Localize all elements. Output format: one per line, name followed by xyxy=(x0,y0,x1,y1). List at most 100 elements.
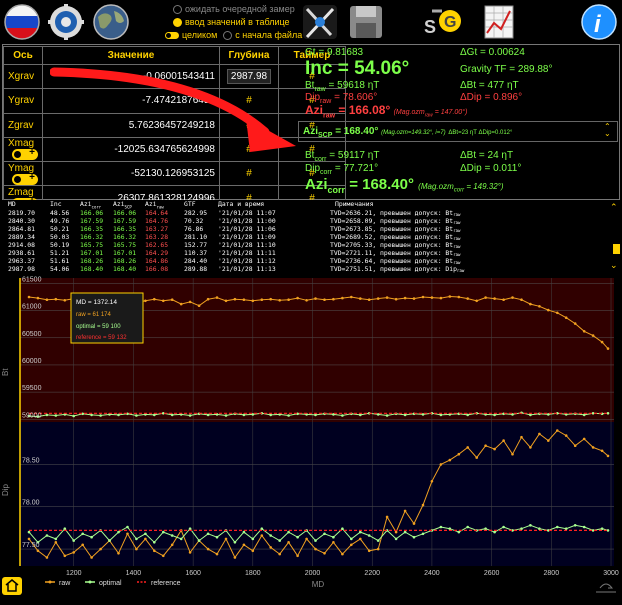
series-optimal-point xyxy=(457,530,461,534)
series-optimal-point xyxy=(403,413,407,417)
sg-icon[interactable]: S G xyxy=(422,3,468,41)
settings-gear-icon[interactable] xyxy=(47,3,85,41)
chart-home-icon[interactable] xyxy=(2,577,22,595)
series-raw-point xyxy=(600,340,604,344)
radio-wait-dot[interactable] xyxy=(173,4,182,14)
series-raw-point xyxy=(573,322,577,325)
bt-axis-label: Bt xyxy=(1,368,10,376)
header-axis: Ось xyxy=(3,46,43,65)
xmag-toggle[interactable] xyxy=(12,147,38,161)
series-raw-point xyxy=(81,543,84,547)
series-raw-point xyxy=(556,311,559,315)
radio-table-input[interactable]: ввод значений в таблице xyxy=(173,17,290,27)
depth-cell[interactable]: # xyxy=(219,161,279,187)
x-tick-label: 1200 xyxy=(66,570,82,577)
series-optimal-point xyxy=(135,537,138,541)
axis-value-field[interactable]: -52130.126953125 xyxy=(42,161,220,187)
series-optimal-point xyxy=(72,414,75,418)
log-scroll-down-icon[interactable]: ⌄ xyxy=(610,260,618,271)
series-raw-point xyxy=(511,452,514,456)
radio-table-dot[interactable] xyxy=(173,17,182,27)
series-raw-point xyxy=(126,532,129,536)
save-floppy-icon[interactable] xyxy=(347,3,385,41)
series-raw-point xyxy=(538,305,541,308)
series-raw-point xyxy=(367,549,371,553)
compass-tools-icon[interactable] xyxy=(301,3,339,41)
azi-corr-number: = 168.40° xyxy=(349,176,414,193)
x-tick-label: 1600 xyxy=(185,570,201,577)
series-raw-point xyxy=(260,298,264,301)
log-azi-raw: 163.27 xyxy=(145,225,169,233)
series-optimal-point xyxy=(556,525,559,529)
log-gtf: 110.37 xyxy=(184,249,208,257)
azi-corr-note: (Mag.ozmcorr = 149.32°) xyxy=(418,182,503,194)
series-raw-point xyxy=(412,522,416,525)
radio-wait-measurement[interactable]: ожидать очередной замер xyxy=(173,4,295,14)
series-optimal-point xyxy=(314,539,317,542)
series-raw-point xyxy=(502,439,505,442)
azi-scp-spinner-icon[interactable]: ⌃ ⌄ xyxy=(604,123,611,138)
series-optimal-point xyxy=(367,534,371,537)
log-azi-raw: 162.65 xyxy=(145,241,169,249)
log-datetime: '21/01/28 11:09 xyxy=(218,233,276,241)
toggle-whole-row[interactable]: целиком с начала файла xyxy=(165,30,302,40)
log-datetime: '21/01/28 11:06 xyxy=(218,225,276,233)
series-raw-point xyxy=(502,298,505,301)
russia-flag-icon[interactable] xyxy=(3,3,41,41)
series-raw-point xyxy=(197,304,201,307)
toggle-whole-switch[interactable] xyxy=(165,31,179,39)
series-optimal-point xyxy=(153,413,156,417)
series-optimal-point xyxy=(287,414,290,417)
x-tick-label: 3000 xyxy=(603,570,619,577)
legend-optimal-marker xyxy=(88,580,92,584)
spreadsheet-chart-icon[interactable] xyxy=(480,3,518,41)
radio-wait-label: ожидать очередной замер xyxy=(185,4,295,14)
gt-value: Gt = 9.81683 xyxy=(305,47,364,58)
series-raw-point xyxy=(54,541,58,544)
axis-name: Xgrav xyxy=(3,63,43,90)
series-optimal-point xyxy=(466,413,470,417)
gravity-tf-value: Gravity TF = 289.88° xyxy=(460,64,553,75)
series-optimal-point xyxy=(72,539,75,542)
log-col-azi-raw-text: Azi xyxy=(145,200,157,208)
series-optimal-point xyxy=(251,537,255,541)
bt-dip-chart[interactable]: 59000 59500 60000 60500 61000 61500 77.50 78.00… xyxy=(0,274,622,600)
series-raw-point xyxy=(269,546,273,549)
series-optimal-point xyxy=(359,530,362,534)
series-raw-point xyxy=(170,543,174,547)
series-raw-point xyxy=(27,537,31,541)
series-optimal-point xyxy=(162,530,165,534)
series-raw-point xyxy=(606,347,610,350)
log-azi-scp: 167.59 xyxy=(113,217,137,225)
log-md: 2840.30 xyxy=(8,217,35,225)
log-azi-scp: 166.06 xyxy=(113,209,137,217)
series-raw-point xyxy=(162,299,165,303)
radio-from-start-dot[interactable] xyxy=(223,30,233,40)
series-raw-point xyxy=(376,547,380,551)
globe-icon[interactable] xyxy=(92,3,130,41)
series-raw-point xyxy=(556,429,559,432)
series-optimal-point xyxy=(206,532,210,536)
azi-raw-label: Azi xyxy=(305,103,323,117)
resize-handle-icon[interactable] xyxy=(596,583,616,593)
log-scroll-up-icon[interactable]: ⌃ xyxy=(610,202,618,213)
tooltip-md: MD = 1372.14 xyxy=(76,299,117,306)
log-md: 2889.34 xyxy=(8,233,35,241)
info-icon[interactable]: i xyxy=(580,3,618,41)
tooltip-raw: raw = 61 174 xyxy=(76,312,112,318)
series-optimal-point xyxy=(242,530,246,534)
log-azi-corr: 166.35 xyxy=(80,225,104,233)
series-optimal-point xyxy=(126,525,129,529)
log-md: 2987.98 xyxy=(8,265,35,273)
delta-dip-corr: ΔDip = 0.011° xyxy=(460,163,522,174)
series-optimal-point xyxy=(224,414,228,417)
series-optimal-point xyxy=(278,539,282,542)
delta-dip-raw: ΔDip = 0.896° xyxy=(460,92,523,103)
log-scroll-thumb[interactable] xyxy=(613,244,620,254)
series-raw-point xyxy=(403,509,407,513)
series-raw-point xyxy=(179,302,183,306)
log-gtf: 76.86 xyxy=(184,225,204,233)
sg-s-letter: S xyxy=(424,17,436,37)
ymag-toggle[interactable] xyxy=(12,172,38,185)
series-optimal-point xyxy=(564,527,568,530)
